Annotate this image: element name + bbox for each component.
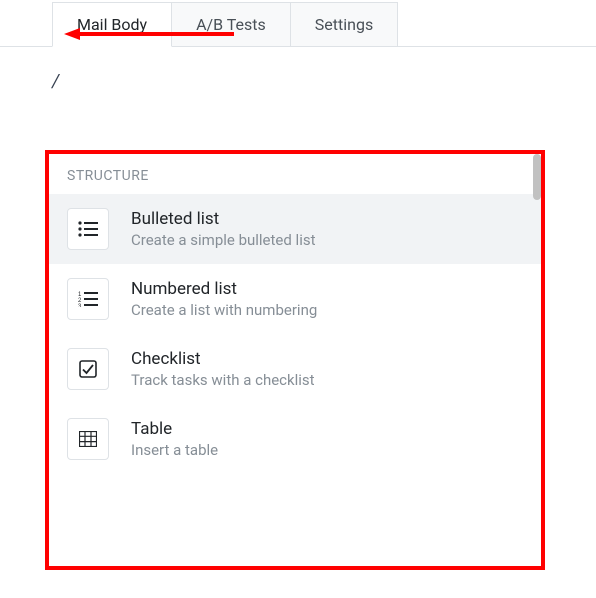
menu-item-desc: Insert a table <box>131 441 523 459</box>
bulleted-list-icon <box>67 208 109 250</box>
popup-list: Bulleted list Create a simple bulleted l… <box>49 194 541 474</box>
menu-item-desc: Create a list with numbering <box>131 301 523 319</box>
annotation-arrow <box>64 27 234 41</box>
menu-item-title: Bulleted list <box>131 209 523 229</box>
numbered-list-icon: 1 2 3 <box>67 278 109 320</box>
scrollbar-thumb[interactable] <box>533 154 541 200</box>
slash-command-popup: STRUCTURE Bulleted list Create a simple … <box>49 154 541 566</box>
table-icon <box>67 418 109 460</box>
menu-item-checklist[interactable]: Checklist Track tasks with a checklist <box>49 334 541 404</box>
tab-settings[interactable]: Settings <box>290 2 398 46</box>
menu-item-desc: Create a simple bulleted list <box>131 231 523 249</box>
menu-item-bulleted-list[interactable]: Bulleted list Create a simple bulleted l… <box>49 194 541 264</box>
menu-item-table[interactable]: Table Insert a table <box>49 404 541 474</box>
svg-text:3: 3 <box>78 304 82 307</box>
menu-item-numbered-list[interactable]: 1 2 3 Numbered list Create a list with n… <box>49 264 541 334</box>
menu-item-title: Table <box>131 419 523 439</box>
menu-item-title: Checklist <box>131 349 523 369</box>
checklist-icon <box>67 348 109 390</box>
slash-command-input[interactable]: / <box>52 71 544 100</box>
menu-item-desc: Track tasks with a checklist <box>131 371 523 389</box>
popup-section-label: STRUCTURE <box>49 154 541 194</box>
editor-area[interactable]: / <box>0 47 596 100</box>
menu-item-title: Numbered list <box>131 279 523 299</box>
